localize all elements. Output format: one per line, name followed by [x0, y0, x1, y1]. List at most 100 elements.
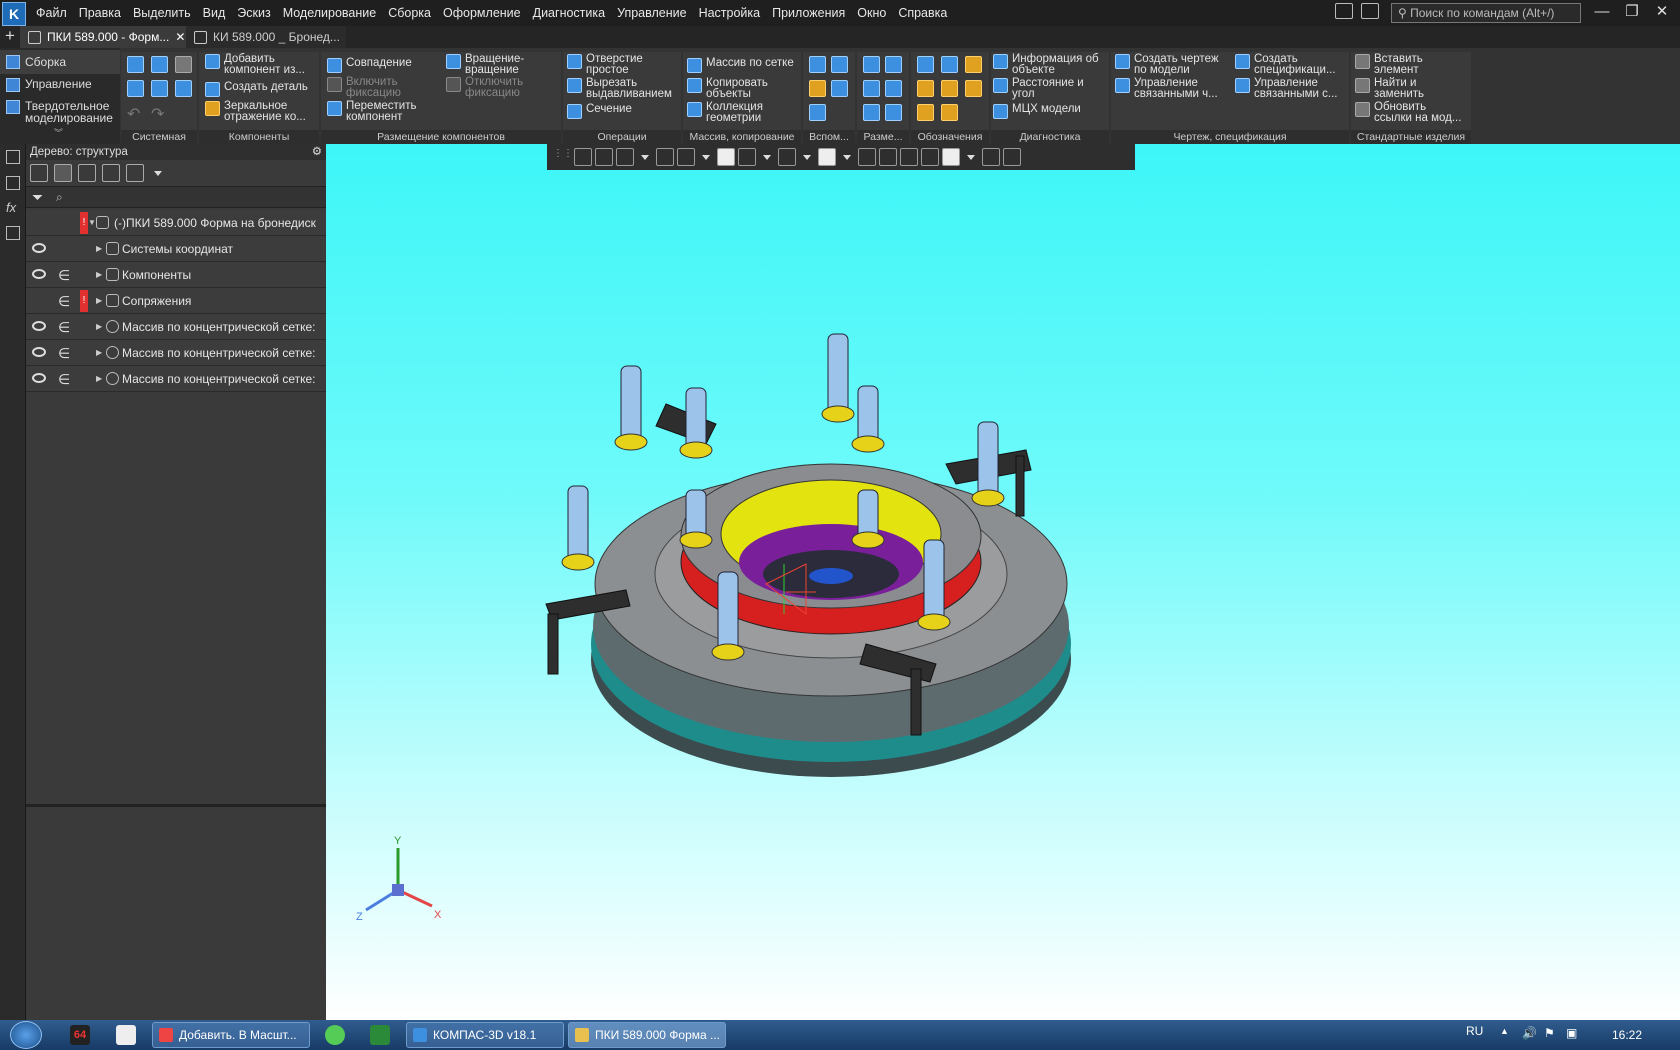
layout-icon[interactable] [1335, 3, 1353, 19]
tree-panel-icon[interactable] [6, 150, 20, 164]
arc-dim-icon[interactable] [885, 104, 902, 121]
tree-item-pattern-2[interactable]: ∈ ▶ Массив по концентрической сетке: [26, 340, 326, 366]
excel-icon[interactable] [370, 1025, 390, 1045]
redo-icon[interactable]: ↷ [151, 104, 168, 123]
save-icon[interactable] [175, 56, 192, 73]
task-chrome[interactable]: Добавить. В Масшт... [152, 1022, 310, 1048]
create-drawing-button[interactable]: Создать чертеж по модели [1115, 53, 1226, 76]
eye-icon[interactable] [32, 373, 46, 383]
expand-arrow-icon[interactable]: ▶ [96, 366, 102, 391]
leader-icon[interactable] [917, 56, 934, 73]
close-tab-icon[interactable]: ✕ [175, 30, 185, 44]
menu-view[interactable]: Вид [197, 0, 232, 26]
menu-select[interactable]: Выделить [127, 0, 197, 26]
properties-panel-icon[interactable] [6, 176, 20, 190]
eye-icon[interactable] [32, 269, 46, 279]
base-icon[interactable] [941, 56, 958, 73]
menu-sketch[interactable]: Эскиз [231, 0, 276, 26]
print-icon[interactable] [127, 80, 144, 97]
include-icon[interactable]: ∈ [58, 262, 70, 287]
menu-help[interactable]: Справка [892, 0, 953, 26]
task-kompas[interactable]: КОМПАС-3D v18.1 [406, 1022, 564, 1048]
eye-icon[interactable] [32, 347, 46, 357]
axis-icon[interactable] [809, 56, 826, 73]
tray-expand-icon[interactable]: ▲ [1500, 1026, 1509, 1036]
mark-icon[interactable] [965, 80, 982, 97]
position-icon[interactable] [917, 80, 934, 97]
kompas-logo-icon[interactable]: K [2, 1, 26, 26]
chevron-down-icon[interactable] [154, 170, 162, 176]
filter-icon[interactable]: ⏷ [32, 189, 43, 206]
simple-hole-button[interactable]: Отверстие простое [567, 53, 676, 76]
save-all-icon[interactable] [175, 80, 192, 97]
roughness-icon[interactable] [965, 56, 982, 73]
menu-window[interactable]: Окно [851, 0, 892, 26]
tree-item-pattern-1[interactable]: ∈ ▶ Массив по концентрической сетке: [26, 314, 326, 340]
geometry-collection-button[interactable]: Коллекция геометрии [687, 101, 786, 124]
open-doc-icon[interactable] [151, 56, 168, 73]
expand-arrow-icon[interactable]: ▶ [96, 288, 102, 313]
mass-props-button[interactable]: МЦХ модели [993, 103, 1081, 119]
mode-manage[interactable]: Управление [6, 78, 92, 92]
mirror-button[interactable]: Зеркальное отражение ко... [205, 100, 314, 123]
volume-icon[interactable]: 🔊 [1522, 1026, 1537, 1040]
extrude-cut-button[interactable]: Вырезать выдавливанием [567, 77, 680, 100]
tree-view-icon[interactable] [30, 164, 48, 182]
grid-pattern-button[interactable]: Массив по сетке [687, 57, 794, 73]
expand-arrow-icon[interactable]: ▶ [96, 236, 102, 261]
fix-on-button[interactable]: Включить фиксацию [327, 76, 418, 99]
filter-view-icon[interactable] [126, 164, 144, 182]
eye-icon[interactable] [32, 321, 46, 331]
task-explorer[interactable]: ПКИ 589.000 Форма ... [568, 1022, 726, 1048]
fix-off-button[interactable]: Отключить фиксацию [446, 76, 537, 99]
collapse-arrow-icon[interactable]: ▼ [88, 210, 96, 235]
manage-linked-drawings-button[interactable]: Управление связанными ч... [1115, 77, 1226, 100]
search-icon[interactable]: ⌕ [56, 190, 63, 205]
tree-root[interactable]: ! ▼ (-)ПКИ 589.000 Форма на бронедиск [26, 210, 326, 236]
diameter-dim-icon[interactable] [885, 56, 902, 73]
insert-element-button[interactable]: Вставить элемент [1355, 53, 1466, 76]
include-icon[interactable]: ∈ [58, 366, 70, 391]
components-view-icon[interactable] [78, 164, 96, 182]
section-button[interactable]: Сечение [567, 103, 632, 119]
select-view-icon[interactable] [102, 164, 120, 182]
menu-diagnostics[interactable]: Диагностика [527, 0, 611, 26]
screenshot-icon[interactable] [1361, 3, 1379, 19]
tab-pki-589[interactable]: ПКИ 589.000 - Форм... ✕ [20, 26, 186, 48]
menu-manage[interactable]: Управление [611, 0, 693, 26]
undo-icon[interactable]: ↶ [127, 104, 144, 123]
distance-angle-button[interactable]: Расстояние и угол [993, 77, 1092, 100]
radius-dim-icon[interactable] [863, 80, 880, 97]
tab-ki-589[interactable]: КИ 589.000 _ Бронед... [186, 26, 346, 48]
linear-dim-icon[interactable] [863, 56, 880, 73]
start-button[interactable] [10, 1021, 42, 1049]
command-search-input[interactable]: ⚲ Поиск по командам (Alt+/) [1391, 3, 1581, 23]
menu-edit[interactable]: Правка [73, 0, 127, 26]
plane-icon[interactable] [831, 56, 848, 73]
menu-file[interactable]: Файл [30, 0, 73, 26]
copy-objects-button[interactable]: Копировать объекты [687, 77, 786, 100]
menu-apps[interactable]: Приложения [766, 0, 851, 26]
coincidence-button[interactable]: Совпадение [327, 57, 412, 73]
assembly-model[interactable] [326, 144, 1680, 1020]
mode-solid[interactable]: Твердотельное моделирование [6, 100, 118, 124]
restore-button[interactable]: ❐ [1620, 3, 1644, 23]
create-part-button[interactable]: Создать деталь [205, 81, 308, 97]
structure-view-icon[interactable] [54, 164, 72, 182]
tree-item-components[interactable]: ∈ ▶ Компоненты [26, 262, 326, 288]
point-icon[interactable] [831, 80, 848, 97]
expand-arrow-icon[interactable]: ▶ [96, 262, 102, 287]
include-icon[interactable]: ∈ [58, 288, 70, 313]
tree-item-pattern-3[interactable]: ∈ ▶ Массив по концентрической сетке: [26, 366, 326, 392]
layers-icon[interactable] [6, 226, 20, 240]
menu-design[interactable]: Оформление [437, 0, 527, 26]
preview-icon[interactable] [151, 80, 168, 97]
notepad-icon[interactable] [116, 1025, 136, 1045]
rotation-button[interactable]: Вращение-вращение [446, 53, 537, 76]
expand-arrow-icon[interactable]: ▶ [96, 314, 102, 339]
offset-plane-icon[interactable] [809, 80, 826, 97]
find-replace-button[interactable]: Найти и заменить [1355, 77, 1466, 100]
app-64-icon[interactable]: 64 [70, 1025, 90, 1045]
gear-icon[interactable]: ⚙ [312, 144, 322, 160]
include-icon[interactable]: ∈ [58, 340, 70, 365]
